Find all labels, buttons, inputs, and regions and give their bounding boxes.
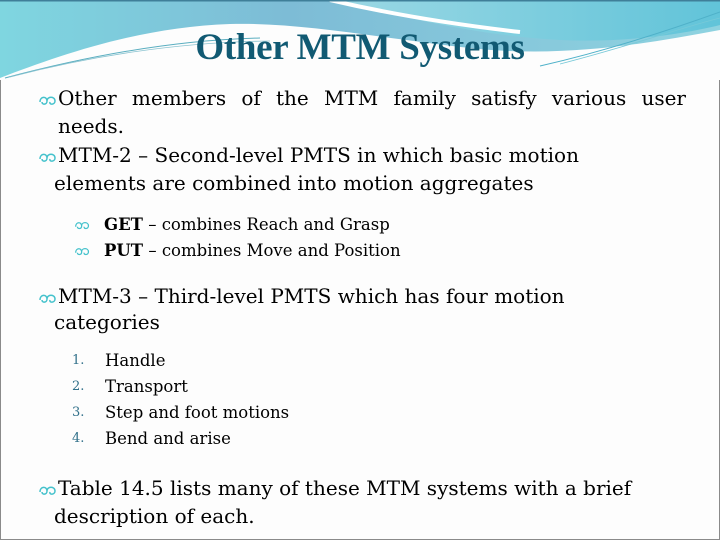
item-number: 4. — [72, 431, 85, 446]
bullet-text-line2: categories — [54, 310, 160, 334]
item-number: 1. — [72, 353, 85, 368]
bullet-item: MTM-3 – Third-level PMTS which has four … — [34, 282, 686, 310]
swirl-bullet-icon — [39, 96, 56, 105]
item-number: 3. — [72, 405, 85, 420]
slide-frame — [0, 0, 720, 540]
item-text: Bend and arise — [105, 429, 231, 448]
item-text: Handle — [105, 351, 166, 370]
item-text: Transport — [105, 377, 188, 396]
item-text: Step and foot motions — [105, 403, 290, 422]
item-number: 2. — [72, 379, 85, 394]
bullet-text-line2: description of each. — [54, 504, 255, 528]
slide-title: Other MTM Systems — [195, 27, 525, 68]
swirl-bullet-icon — [75, 248, 90, 256]
sub-bullet-text: – combines Reach and Grasp — [142, 215, 390, 234]
bullet-item: MTM-2 – Second-level PMTS in which basic… — [34, 141, 686, 169]
sub-bullet-text: – combines Move and Position — [143, 241, 401, 260]
bullet-text-line1: MTM-3 – Third-level PMTS which has four … — [58, 284, 565, 308]
sub-bullet-keyword: PUT — [104, 241, 144, 260]
bullet-text: Other members of the MTM family satisfy … — [58, 86, 686, 138]
bullet-text-line1: MTM-2 – Second-level PMTS in which basic… — [58, 143, 579, 167]
swirl-bullet-icon — [39, 153, 56, 162]
bullet-text-line1: Table 14.5 lists many of these MTM syste… — [58, 476, 632, 500]
bullet-item: Table 14.5 lists many of these MTM syste… — [34, 474, 686, 502]
swirl-bullet-icon — [75, 222, 90, 230]
swirl-bullet-icon — [39, 486, 56, 495]
bullet-item: Other members of the MTM family satisfy … — [34, 84, 686, 140]
swirl-bullet-icon — [39, 294, 56, 303]
bullet-text-line2: elements are combined into motion aggreg… — [54, 171, 534, 195]
sub-bullet-keyword: GET — [104, 215, 143, 234]
